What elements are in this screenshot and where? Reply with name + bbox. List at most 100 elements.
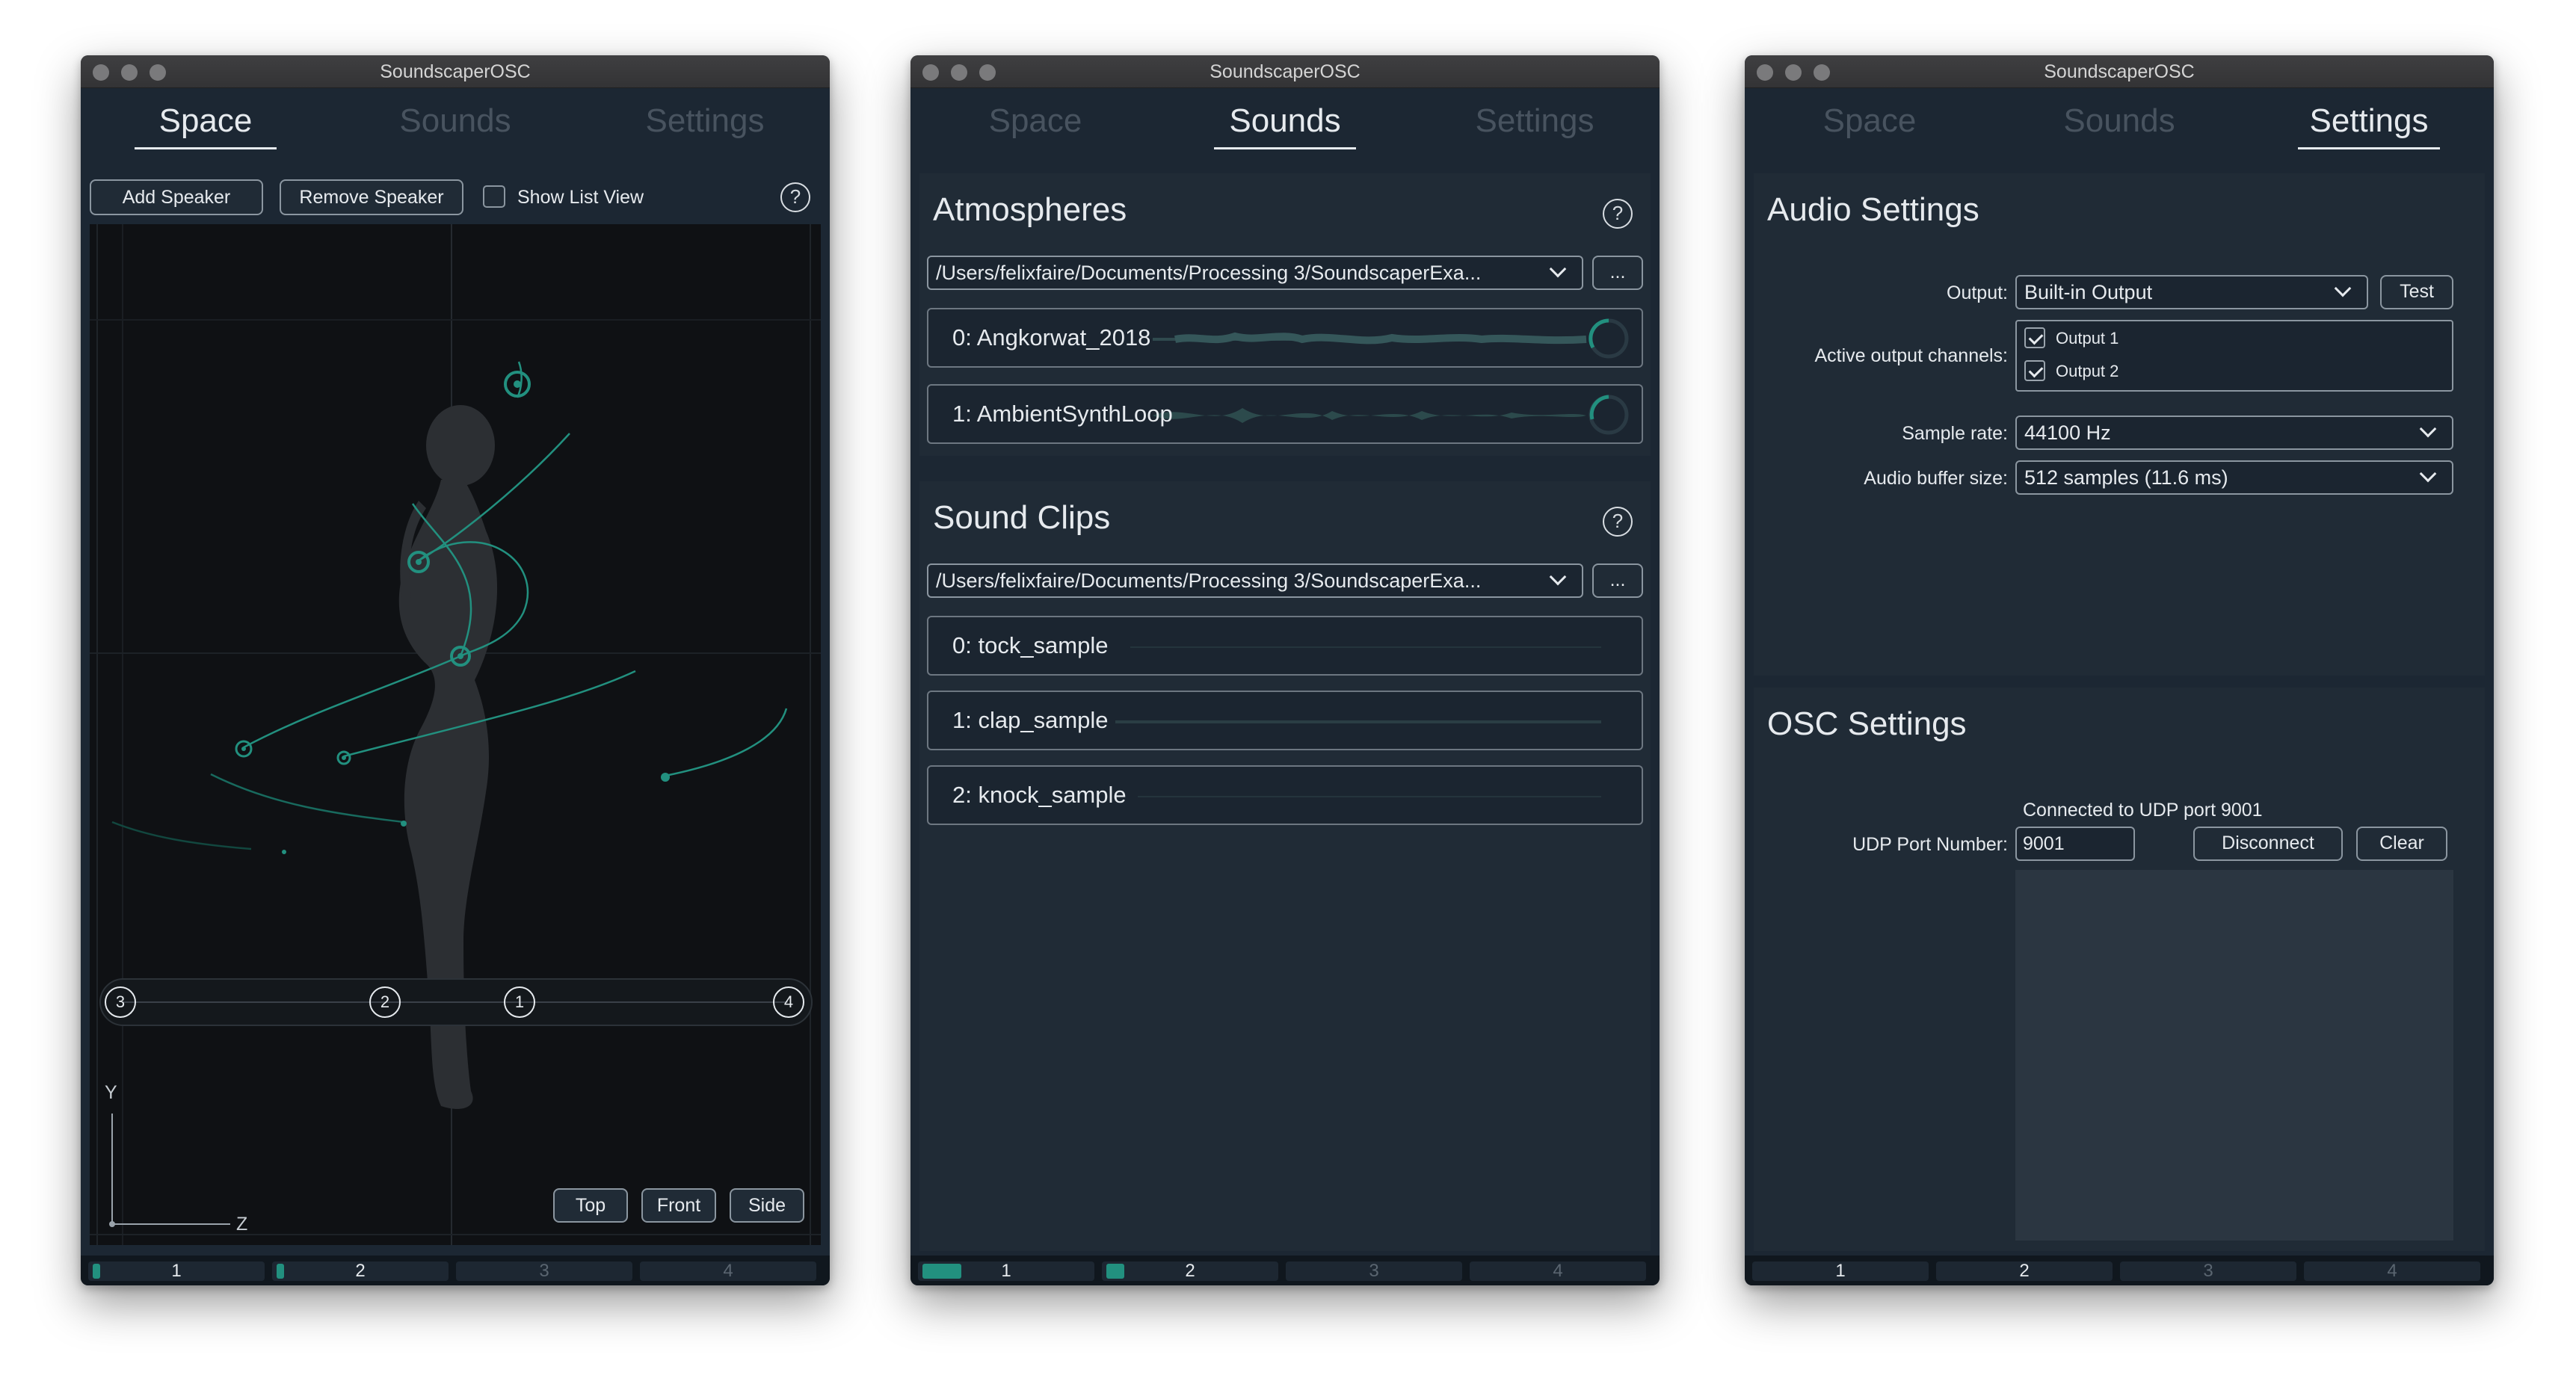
browse-button[interactable]: ... bbox=[1592, 256, 1643, 290]
title-bar[interactable]: SoundscaperOSC bbox=[1745, 55, 2494, 88]
axis-z-label: Z bbox=[236, 1214, 248, 1235]
tab-sounds[interactable]: Sounds bbox=[330, 88, 580, 160]
window-title: SoundscaperOSC bbox=[380, 61, 531, 82]
tab-bar: Space Sounds Settings bbox=[1745, 88, 2494, 160]
sound-clip-row[interactable]: 1: clap_sample bbox=[927, 691, 1643, 750]
output-1-label: Output 1 bbox=[2056, 329, 2119, 348]
atmosphere-label: 0: Angkorwat_2018 bbox=[952, 324, 1151, 350]
channel-1[interactable]: 1 bbox=[88, 1261, 265, 1281]
udp-port-input[interactable]: 9001 bbox=[2015, 827, 2135, 861]
side-view-button[interactable]: Side bbox=[730, 1188, 804, 1223]
tab-settings[interactable]: Settings bbox=[1410, 88, 1660, 160]
osc-settings-panel: OSC Settings Connected to UDP port 9001 … bbox=[1754, 688, 2485, 1251]
atmospheres-panel: Atmospheres ? /Users/felixfaire/Document… bbox=[919, 173, 1651, 456]
disconnect-button[interactable]: Disconnect bbox=[2193, 827, 2343, 861]
channel-footer: 1 2 3 4 bbox=[81, 1256, 830, 1285]
sound-clips-title: Sound Clips bbox=[933, 499, 1111, 536]
tab-space[interactable]: Space bbox=[81, 88, 330, 160]
show-list-view-label: Show List View bbox=[517, 187, 644, 208]
tab-bar: Space Sounds Settings bbox=[81, 88, 830, 160]
audio-buffer-size-select[interactable]: 512 samples (11.6 ms) bbox=[2015, 460, 2453, 495]
help-icon[interactable]: ? bbox=[1603, 199, 1633, 229]
sound-clip-row[interactable]: 2: knock_sample bbox=[927, 765, 1643, 825]
audio-settings-title: Audio Settings bbox=[1767, 191, 1979, 228]
level-meter bbox=[922, 1264, 961, 1279]
channel-footer: 1 2 3 4 bbox=[1745, 1256, 2494, 1285]
osc-settings-title: OSC Settings bbox=[1767, 705, 1967, 742]
channel-2[interactable]: 2 bbox=[272, 1261, 449, 1281]
sound-clips-panel: Sound Clips ? /Users/felixfaire/Document… bbox=[919, 481, 1651, 1251]
speaker-chip[interactable]: 2 bbox=[369, 986, 401, 1018]
level-meter bbox=[93, 1264, 100, 1279]
channel-3[interactable]: 3 bbox=[1286, 1261, 1462, 1281]
channel-2[interactable]: 2 bbox=[1936, 1261, 2113, 1281]
audio-settings-panel: Audio Settings Output: Built-in Output T… bbox=[1754, 173, 2485, 676]
top-view-button[interactable]: Top bbox=[553, 1188, 628, 1223]
channel-4[interactable]: 4 bbox=[1470, 1261, 1646, 1281]
channel-4[interactable]: 4 bbox=[640, 1261, 816, 1281]
playback-progress-icon[interactable] bbox=[1586, 316, 1631, 361]
channel-4[interactable]: 4 bbox=[2304, 1261, 2480, 1281]
output-device-select[interactable]: Built-in Output bbox=[2015, 275, 2368, 309]
speaker-chip[interactable]: 1 bbox=[504, 986, 535, 1018]
atmospheres-folder-select[interactable]: /Users/felixfaire/Documents/Processing 3… bbox=[927, 256, 1583, 290]
add-speaker-button[interactable]: Add Speaker bbox=[90, 179, 263, 215]
output-1-checkbox[interactable] bbox=[2024, 327, 2045, 348]
remove-speaker-button[interactable]: Remove Speaker bbox=[280, 179, 463, 215]
playback-progress-icon[interactable] bbox=[1586, 392, 1631, 437]
front-view-button[interactable]: Front bbox=[641, 1188, 716, 1223]
channel-1[interactable]: 1 bbox=[918, 1261, 1094, 1281]
sound-clip-label: 1: clap_sample bbox=[952, 707, 1109, 733]
title-bar[interactable]: SoundscaperOSC bbox=[910, 55, 1660, 88]
sample-rate-label: Sample rate: bbox=[1902, 423, 2008, 444]
active-output-channels-label: Active output channels: bbox=[1814, 345, 2009, 366]
speaker-chip[interactable]: 3 bbox=[105, 986, 136, 1018]
help-icon[interactable]: ? bbox=[1603, 507, 1633, 537]
sound-clips-folder-select[interactable]: /Users/felixfaire/Documents/Processing 3… bbox=[927, 563, 1583, 598]
atmosphere-row[interactable]: 0: Angkorwat_2018 bbox=[927, 308, 1643, 368]
tab-sounds[interactable]: Sounds bbox=[1160, 88, 1410, 160]
chevron-down-icon bbox=[2334, 279, 2352, 297]
tab-bar: Space Sounds Settings bbox=[910, 88, 1660, 160]
window-title: SoundscaperOSC bbox=[1210, 61, 1361, 82]
chevron-down-icon bbox=[1549, 568, 1567, 586]
test-output-button[interactable]: Test bbox=[2380, 275, 2453, 309]
active-output-channels-list: Output 1 Output 2 bbox=[2015, 320, 2453, 392]
axis-y-label: Y bbox=[105, 1082, 117, 1103]
output-2-checkbox[interactable] bbox=[2024, 360, 2045, 381]
connection-status: Connected to UDP port 9001 bbox=[2023, 800, 2263, 821]
sounds-window: SoundscaperOSC Space Sounds Settings Atm… bbox=[910, 55, 1660, 1285]
help-icon[interactable]: ? bbox=[780, 182, 810, 212]
channel-2[interactable]: 2 bbox=[1102, 1261, 1278, 1281]
level-meter bbox=[277, 1264, 284, 1279]
atmosphere-label: 1: AmbientSynthLoop bbox=[952, 401, 1173, 427]
settings-window: SoundscaperOSC Space Sounds Settings Aud… bbox=[1745, 55, 2494, 1285]
tab-settings[interactable]: Settings bbox=[2244, 88, 2494, 160]
osc-message-log[interactable] bbox=[2015, 870, 2453, 1241]
channel-3[interactable]: 3 bbox=[2120, 1261, 2296, 1281]
browse-button[interactable]: ... bbox=[1592, 563, 1643, 598]
channel-1[interactable]: 1 bbox=[1752, 1261, 1929, 1281]
tab-sounds[interactable]: Sounds bbox=[1994, 88, 2244, 160]
atmosphere-row[interactable]: 1: AmbientSynthLoop bbox=[927, 384, 1643, 444]
space-viewport[interactable]: 3 2 1 4 Y Z Top Front Side bbox=[90, 224, 821, 1245]
chevron-down-icon bbox=[2419, 465, 2437, 483]
title-bar[interactable]: SoundscaperOSC bbox=[81, 55, 830, 88]
output-2-label: Output 2 bbox=[2056, 362, 2119, 380]
sample-rate-select[interactable]: 44100 Hz bbox=[2015, 416, 2453, 450]
chevron-down-icon bbox=[1549, 260, 1567, 278]
chevron-down-icon bbox=[2419, 420, 2437, 438]
audio-buffer-size-label: Audio buffer size: bbox=[1864, 468, 2008, 489]
atmospheres-title: Atmospheres bbox=[933, 191, 1127, 228]
speaker-chip[interactable]: 4 bbox=[773, 986, 804, 1018]
clear-log-button[interactable]: Clear bbox=[2356, 827, 2447, 861]
tab-settings[interactable]: Settings bbox=[580, 88, 830, 160]
sound-clip-row[interactable]: 0: tock_sample bbox=[927, 616, 1643, 676]
window-title: SoundscaperOSC bbox=[2044, 61, 2195, 82]
show-list-view-checkbox[interactable] bbox=[483, 185, 505, 208]
channel-footer: 1 2 3 4 bbox=[910, 1256, 1660, 1285]
tab-space[interactable]: Space bbox=[910, 88, 1160, 160]
tab-space[interactable]: Space bbox=[1745, 88, 1994, 160]
sound-clip-label: 0: tock_sample bbox=[952, 632, 1109, 658]
channel-3[interactable]: 3 bbox=[456, 1261, 632, 1281]
